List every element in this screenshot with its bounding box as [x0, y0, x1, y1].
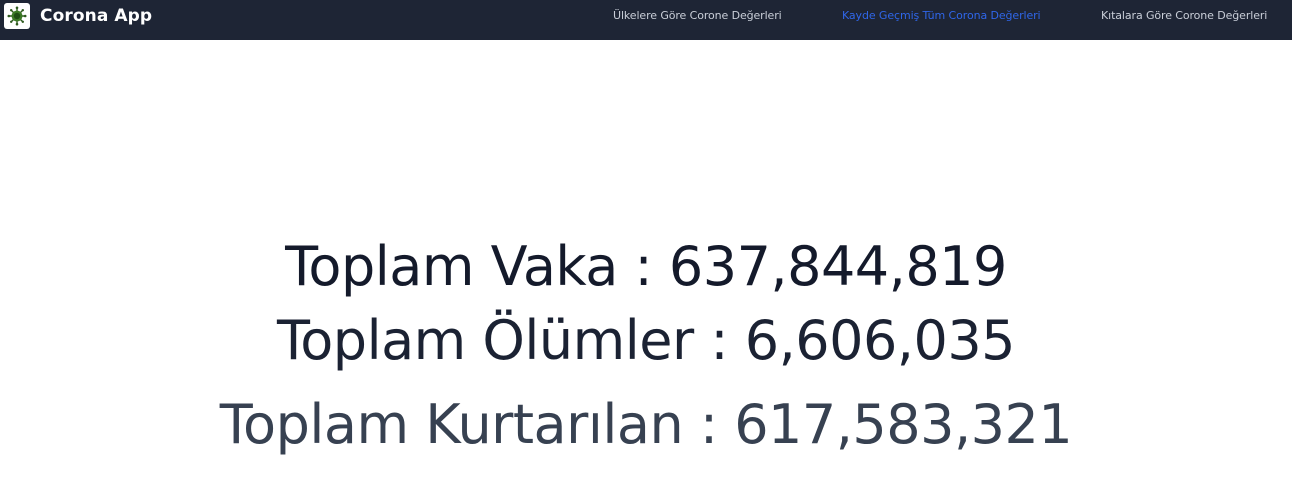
nav-link-all-records[interactable]: Kayde Geçmiş Tüm Corona Değerleri [842, 9, 1041, 22]
app-title: Corona App [40, 6, 153, 26]
total-deaths-stat: Toplam Ölümler : 6,606,035 [276, 309, 1016, 372]
nav-link-countries[interactable]: Ülkelere Göre Corone Değerleri [613, 9, 782, 22]
total-recovered-stat: Toplam Kurtarılan : 617,583,321 [219, 393, 1073, 456]
top-navbar: Corona App Ülkelere Göre Corone Değerler… [0, 0, 1292, 40]
total-cases-stat: Toplam Vaka : 637,844,819 [285, 235, 1007, 298]
global-stats: Toplam Vaka : 637,844,819 Toplam Ölümler… [0, 232, 1292, 452]
nav-link-continents[interactable]: Kıtalara Göre Corone Değerleri [1101, 9, 1267, 22]
brand-home-link[interactable]: Corona App [4, 3, 152, 29]
virus-icon [4, 3, 30, 29]
